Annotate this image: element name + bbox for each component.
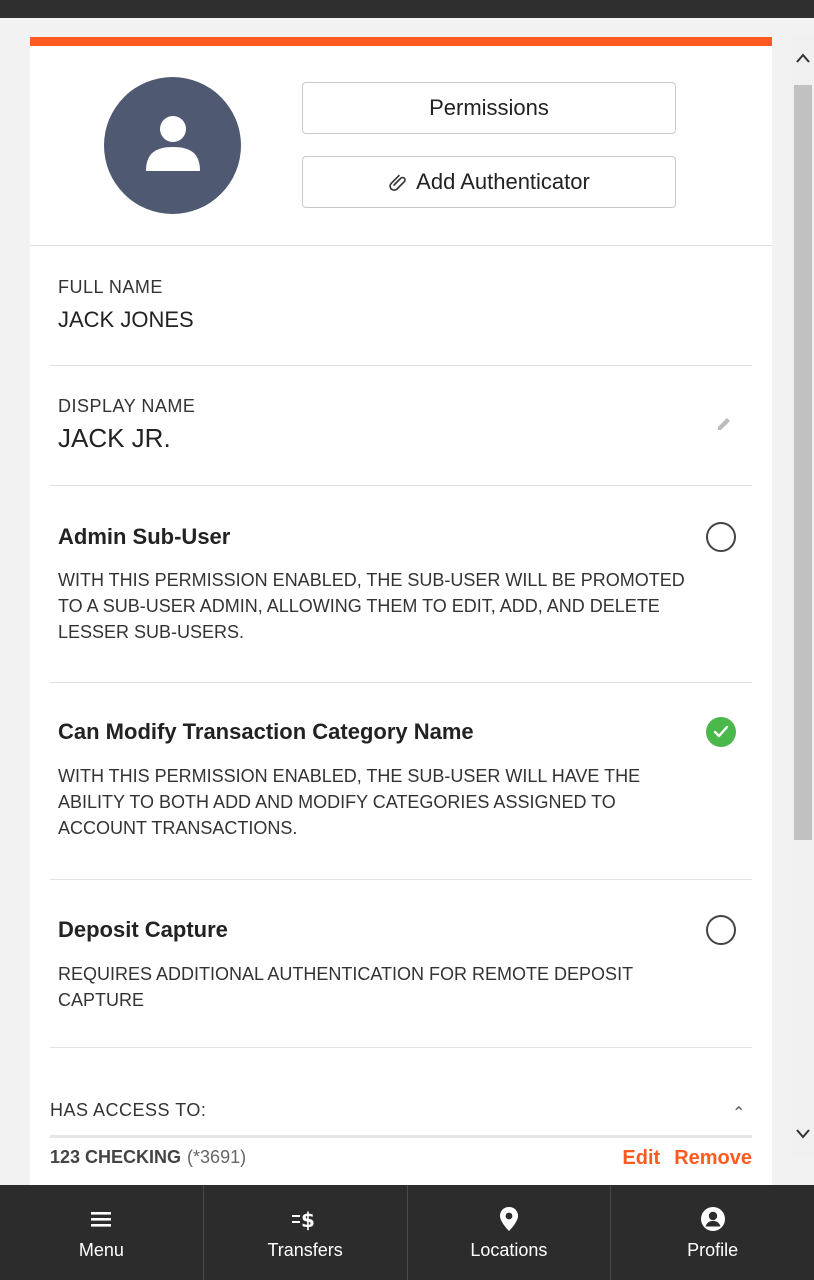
nav-profile[interactable]: Profile xyxy=(610,1185,814,1280)
account-actions: Edit Remove xyxy=(608,1147,752,1170)
accent-bar xyxy=(30,37,772,46)
divider xyxy=(50,1047,752,1048)
user-circle-icon xyxy=(700,1204,726,1234)
nav-label: Menu xyxy=(78,1240,124,1260)
access-divider xyxy=(50,1135,752,1138)
hamburger-menu-icon xyxy=(89,1204,113,1234)
add-authenticator-button[interactable]: Add Authenticator xyxy=(302,156,676,208)
divider xyxy=(50,365,752,366)
scrollbar[interactable] xyxy=(792,37,814,1157)
edit-pencil-icon[interactable] xyxy=(715,415,733,438)
display-name-label: DISPLAY NAME xyxy=(58,396,196,416)
edit-link[interactable]: Edit xyxy=(622,1147,660,1169)
deposit-capture-toggle[interactable] xyxy=(706,915,736,945)
account-mask: (*3691) xyxy=(187,1147,247,1167)
transfer-dollar-icon: $ xyxy=(290,1204,320,1234)
map-pin-icon xyxy=(499,1204,519,1234)
nav-transfers[interactable]: $ Transfers xyxy=(202,1185,407,1280)
top-bar xyxy=(0,0,814,18)
user-avatar-icon xyxy=(146,116,200,171)
add-authenticator-label: Add Authenticator xyxy=(416,169,590,194)
full-name-value: JACK JONES xyxy=(58,307,194,332)
nav-menu[interactable]: Menu xyxy=(0,1185,203,1280)
bottom-nav: Menu $ Transfers Locations Profile xyxy=(0,1185,814,1280)
scroll-down-icon[interactable] xyxy=(795,1127,811,1145)
divider xyxy=(50,879,752,880)
permission-title-deposit-capture: Deposit Capture xyxy=(58,917,228,942)
paperclip-icon xyxy=(388,172,408,192)
divider xyxy=(50,485,752,486)
account-name: 123 CHECKING (*3691) xyxy=(50,1147,246,1168)
permissions-button[interactable]: Permissions xyxy=(302,82,676,134)
divider xyxy=(50,682,752,683)
permission-description: WITH THIS PERMISSION ENABLED, THE SUB-US… xyxy=(58,766,641,838)
scrollbar-thumb[interactable] xyxy=(794,85,812,840)
nav-label: Locations xyxy=(470,1240,548,1260)
divider xyxy=(30,245,772,246)
caret-up-icon[interactable]: ⌃ xyxy=(732,1103,745,1123)
scroll-up-icon[interactable] xyxy=(795,51,811,69)
admin-sub-user-toggle[interactable] xyxy=(706,522,736,552)
nav-label: Profile xyxy=(687,1240,739,1260)
modify-category-toggle[interactable] xyxy=(706,717,736,747)
list-item: 123 CHECKING (*3691) Edit Remove xyxy=(50,1147,752,1187)
user-detail-card: Permissions Add Authenticator FULL NAME … xyxy=(30,37,772,1197)
permission-description: WITH THIS PERMISSION ENABLED, THE SUB-US… xyxy=(58,570,685,642)
nav-label: Transfers xyxy=(267,1240,343,1260)
checkmark-icon xyxy=(713,725,729,738)
permission-description: REQUIRES ADDITIONAL AUTHENTICATION FOR R… xyxy=(58,964,633,1010)
permissions-button-label: Permissions xyxy=(429,95,549,120)
avatar xyxy=(104,77,241,214)
remove-link[interactable]: Remove xyxy=(674,1147,752,1169)
permission-title-admin-sub-user: Admin Sub-User xyxy=(58,524,231,549)
display-name-value: JACK JR. xyxy=(58,423,171,453)
account-name-text: 123 CHECKING xyxy=(50,1147,182,1167)
permission-title-modify-category: Can Modify Transaction Category Name xyxy=(58,719,474,744)
full-name-label: FULL NAME xyxy=(58,277,163,297)
svg-text:$: $ xyxy=(301,1208,315,1232)
has-access-label: HAS ACCESS TO: xyxy=(50,1100,207,1120)
nav-locations[interactable]: Locations xyxy=(406,1185,611,1280)
